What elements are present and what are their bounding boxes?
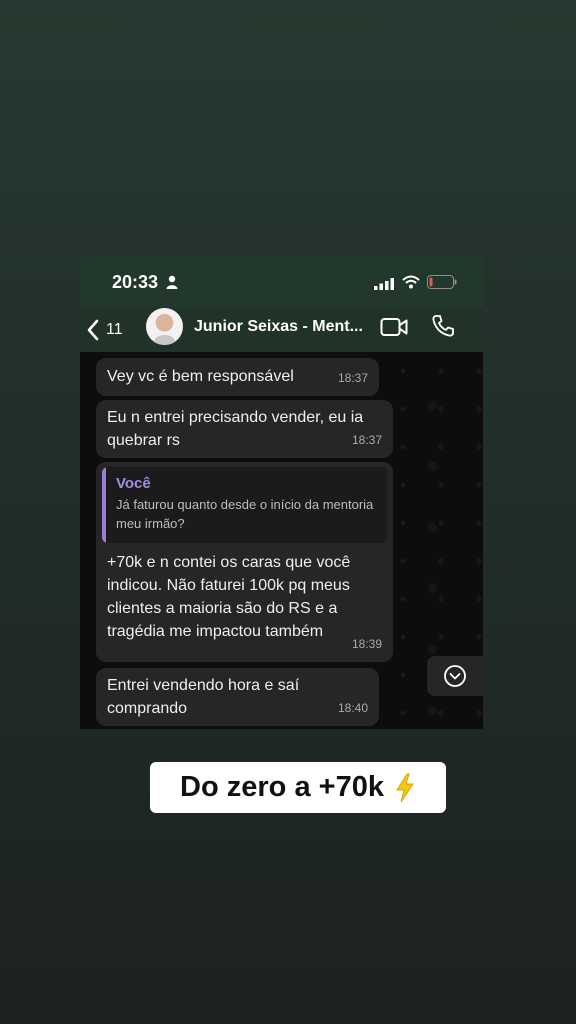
unread-count: 11 [106,321,123,338]
status-bar: 20:33 [80,256,483,308]
chat-header: 11 Junior Seixas - Ment... [80,308,483,352]
chat-screenshot: 20:33 11 Junior Seixas - Ment... Vey vc … [80,256,483,729]
message-time: 18:37 [337,371,368,385]
quoted-reply[interactable]: Você Já faturou quanto desde o início da… [102,467,387,543]
quote-text: Já faturou quanto desde o início da ment… [116,497,374,531]
avatar[interactable] [146,308,183,345]
high-voltage-icon [396,773,414,802]
message-bubble[interactable]: Eu n entrei precisando vender, eu ia que… [96,400,393,458]
message-time: 18:37 [351,433,382,447]
message-bubble[interactable]: Vey vc é bem responsável 18:37 [96,358,379,396]
caption-text: Do zero a +70k [180,771,384,803]
message-bubble[interactable]: Entrei vendendo hora e saí comprando 18:… [96,668,379,726]
quote-author: Você [116,475,151,492]
scroll-to-bottom-button[interactable] [427,656,483,696]
battery-icon [427,275,457,289]
message-text: Vey vc é bem responsável [107,368,294,385]
person-icon [166,275,178,289]
chevron-down-circle-icon [444,665,466,687]
message-list[interactable]: Vey vc é bem responsável 18:37 Eu n entr… [80,352,483,729]
story-caption: Do zero a +70k [150,762,446,813]
contact-name[interactable]: Junior Seixas - Ment... [194,318,372,336]
wifi-icon [402,275,420,289]
message-bubble[interactable]: Você Já faturou quanto desde o início da… [96,462,393,662]
message-time: 18:39 [351,637,382,651]
message-text: Eu n entrei precisando vender, eu ia que… [107,409,364,449]
video-call-icon[interactable] [380,316,408,338]
back-button[interactable]: 11 [86,316,123,344]
message-text: +70k e n contei os caras que você indico… [107,554,351,640]
message-text: Entrei vendendo hora e saí comprando [107,677,300,717]
cellular-signal-icon [374,278,394,290]
message-time: 18:40 [337,701,368,715]
status-time: 20:33 [112,272,159,292]
phone-call-icon[interactable] [431,314,455,338]
chevron-left-icon [87,319,99,341]
